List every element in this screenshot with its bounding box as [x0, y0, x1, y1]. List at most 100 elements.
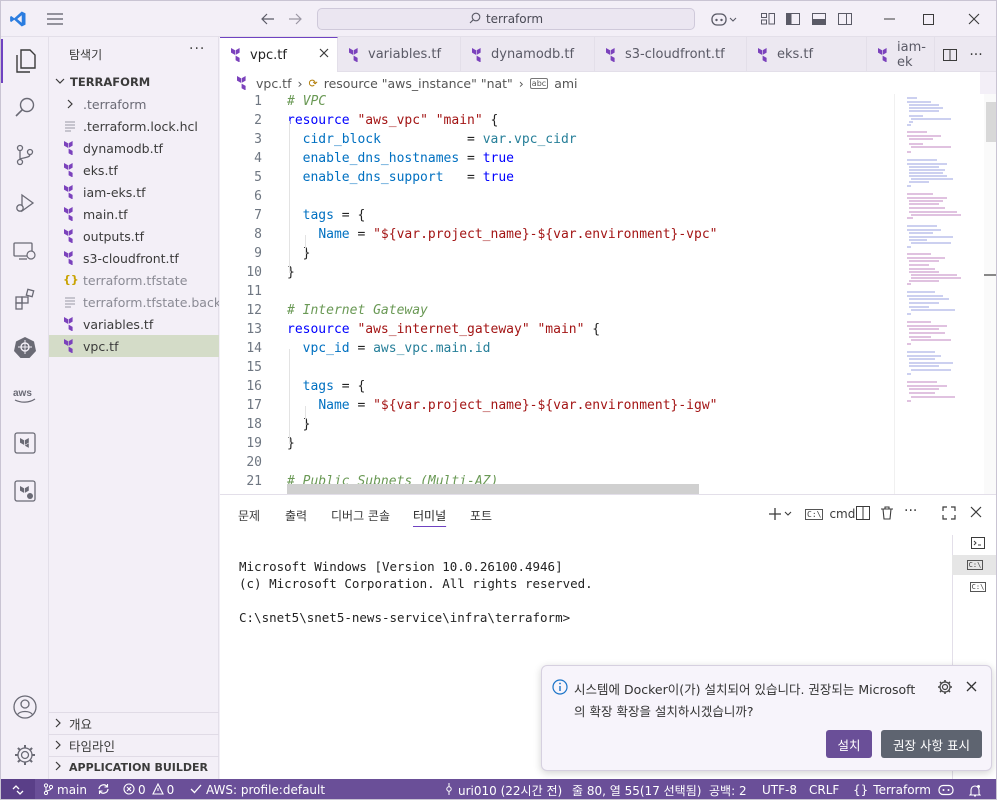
remote-explorer-icon[interactable] — [1, 229, 49, 273]
aws-profile[interactable]: AWS: profile:default — [190, 779, 325, 799]
source-control-icon[interactable] — [1, 133, 49, 177]
settings-gear-icon[interactable] — [1, 733, 49, 777]
git-branch[interactable]: main — [43, 779, 110, 799]
copilot-status-icon[interactable] — [938, 779, 954, 799]
terraform-cloud-icon[interactable] — [1, 469, 49, 513]
breadcrumb-resource[interactable]: resource "aws_instance" "nat" — [324, 76, 513, 91]
close-panel-icon[interactable] — [970, 506, 982, 522]
section-timeline[interactable]: 타임라인 — [49, 734, 219, 756]
file-name: eks.tf — [83, 162, 118, 178]
code-token: = — [443, 170, 483, 185]
language-mode[interactable]: {} Terraform — [853, 779, 931, 799]
aws-icon[interactable]: aws — [1, 373, 49, 417]
line-number: 4 — [254, 151, 262, 166]
section-application-builder[interactable]: APPLICATION BUILDER — [49, 756, 219, 778]
breadcrumb-file[interactable]: vpc.tf — [256, 76, 291, 91]
more-actions-icon[interactable]: ··· — [189, 41, 205, 57]
command-center-search[interactable]: terraform — [317, 8, 695, 30]
toggle-secondary-sidebar-icon[interactable] — [836, 1, 854, 37]
minimize-icon[interactable] — [867, 1, 911, 37]
vertical-scrollbar[interactable] — [984, 94, 996, 494]
encoding[interactable]: UTF-8 — [762, 779, 797, 799]
line-number: 18 — [246, 417, 262, 432]
file-item[interactable]: dynamodb.tf — [49, 137, 219, 159]
run-debug-icon[interactable] — [1, 181, 49, 225]
search-view-icon[interactable] — [1, 85, 49, 129]
file-item[interactable]: eks.tf — [49, 159, 219, 181]
notification-close-icon[interactable] — [966, 681, 977, 696]
tab-dynamodb[interactable]: dynamodb.tf — [461, 37, 595, 72]
close-tab-icon[interactable] — [319, 47, 329, 62]
code-line: enable_dns_support = true — [287, 170, 514, 185]
tab-eks[interactable]: eks.tf — [747, 37, 867, 72]
attribute: tags — [302, 208, 334, 223]
cmd-terminal-icon: C:\ — [805, 508, 824, 520]
layout-icon[interactable] — [759, 1, 777, 37]
remote-indicator-icon[interactable] — [1, 779, 35, 799]
sync-icon[interactable] — [97, 783, 110, 798]
extensions-icon[interactable] — [1, 277, 49, 321]
editor-more-icon[interactable]: ··· — [966, 37, 986, 72]
split-editor-icon[interactable] — [940, 37, 960, 72]
git-blame[interactable]: uri010 (22시간 전) — [445, 779, 562, 799]
tab-s3-cloudfront[interactable]: s3-cloudfront.tf — [595, 37, 747, 72]
horizontal-scrollbar[interactable] — [287, 484, 699, 494]
minimap[interactable] — [894, 94, 984, 494]
code-line: resource "aws_internet_gateway" "main" { — [287, 322, 600, 337]
maximize-panel-icon[interactable] — [942, 506, 956, 524]
copilot-icon[interactable] — [707, 1, 741, 37]
file-item[interactable]: {} terraform.tfstate — [49, 269, 219, 291]
terminal-instance-cmd[interactable]: C:\ — [958, 577, 996, 597]
file-item[interactable]: variables.tf — [49, 313, 219, 335]
back-arrow-icon[interactable] — [257, 1, 279, 37]
show-recommendations-button[interactable]: 권장 사항 표시 — [881, 730, 982, 758]
tab-debug-console[interactable]: 디버그 콘솔 — [331, 507, 390, 524]
tab-ports[interactable]: 포트 — [470, 507, 492, 524]
notification-settings-gear-icon[interactable] — [937, 679, 953, 699]
file-item[interactable]: iam-eks.tf — [49, 181, 219, 203]
breadcrumb-symbol[interactable]: ami — [554, 76, 577, 91]
split-terminal-icon[interactable] — [856, 506, 870, 524]
close-window-icon[interactable] — [951, 1, 996, 37]
problems-indicator[interactable]: 0 0 — [123, 779, 174, 799]
cursor-position[interactable]: 줄 80, 열 55(17 선택됨) — [572, 779, 701, 799]
indentation[interactable]: 공백: 2 — [709, 779, 747, 799]
notifications-bell-icon[interactable] — [969, 779, 981, 799]
forward-arrow-icon[interactable] — [284, 1, 306, 37]
terminal-instance-cmd-active[interactable]: C:\ — [952, 555, 996, 575]
code-line: } — [287, 417, 311, 432]
terminal-selector[interactable]: C:\ cmd — [805, 505, 855, 523]
file-item[interactable]: vpc.tf — [49, 335, 219, 357]
toggle-panel-icon[interactable] — [810, 1, 828, 37]
toggle-sidebar-icon[interactable] — [784, 1, 802, 37]
section-terraform[interactable]: TERRAFORM — [49, 71, 219, 93]
file-item[interactable]: outputs.tf — [49, 225, 219, 247]
trash-icon[interactable] — [880, 506, 894, 524]
tab-problems[interactable]: 문제 — [238, 507, 260, 524]
tab-vpc[interactable]: vpc.tf — [220, 37, 338, 72]
vscode-logo-icon — [7, 1, 29, 37]
file-item[interactable]: terraform.tfstate.back... — [49, 291, 219, 313]
code-editor[interactable]: 1 2 3 4 5 6 7 8 9 10 11 12 13 14 15 16 17 18 19 20 21 # VPC r… — [220, 94, 996, 494]
panel-more-icon[interactable]: ··· — [904, 503, 917, 519]
install-button[interactable]: 설치 — [826, 730, 872, 758]
maximize-icon[interactable] — [906, 1, 950, 37]
tab-output[interactable]: 출력 — [285, 507, 307, 524]
terminal-instance-powershell-icon[interactable] — [958, 533, 996, 553]
tab-terminal[interactable]: 터미널 — [413, 507, 446, 524]
string: "aws_internet_gateway" — [357, 322, 530, 337]
kubernetes-icon[interactable] — [1, 325, 49, 369]
file-item[interactable]: .terraform — [49, 93, 219, 115]
end-of-line[interactable]: CRLF — [809, 779, 839, 799]
section-outline[interactable]: 개요 — [49, 712, 219, 734]
tab-iam-eks[interactable]: iam-ek — [867, 37, 935, 72]
file-item[interactable]: s3-cloudfront.tf — [49, 247, 219, 269]
file-item[interactable]: .terraform.lock.hcl — [49, 115, 219, 137]
explorer-icon[interactable] — [1, 39, 49, 83]
tab-variables[interactable]: variables.tf — [338, 37, 461, 72]
new-terminal-icon[interactable] — [768, 505, 798, 523]
menu-icon[interactable] — [43, 1, 67, 37]
account-icon[interactable] — [1, 685, 49, 729]
terraform-panel-icon[interactable] — [1, 421, 49, 465]
file-item[interactable]: main.tf — [49, 203, 219, 225]
